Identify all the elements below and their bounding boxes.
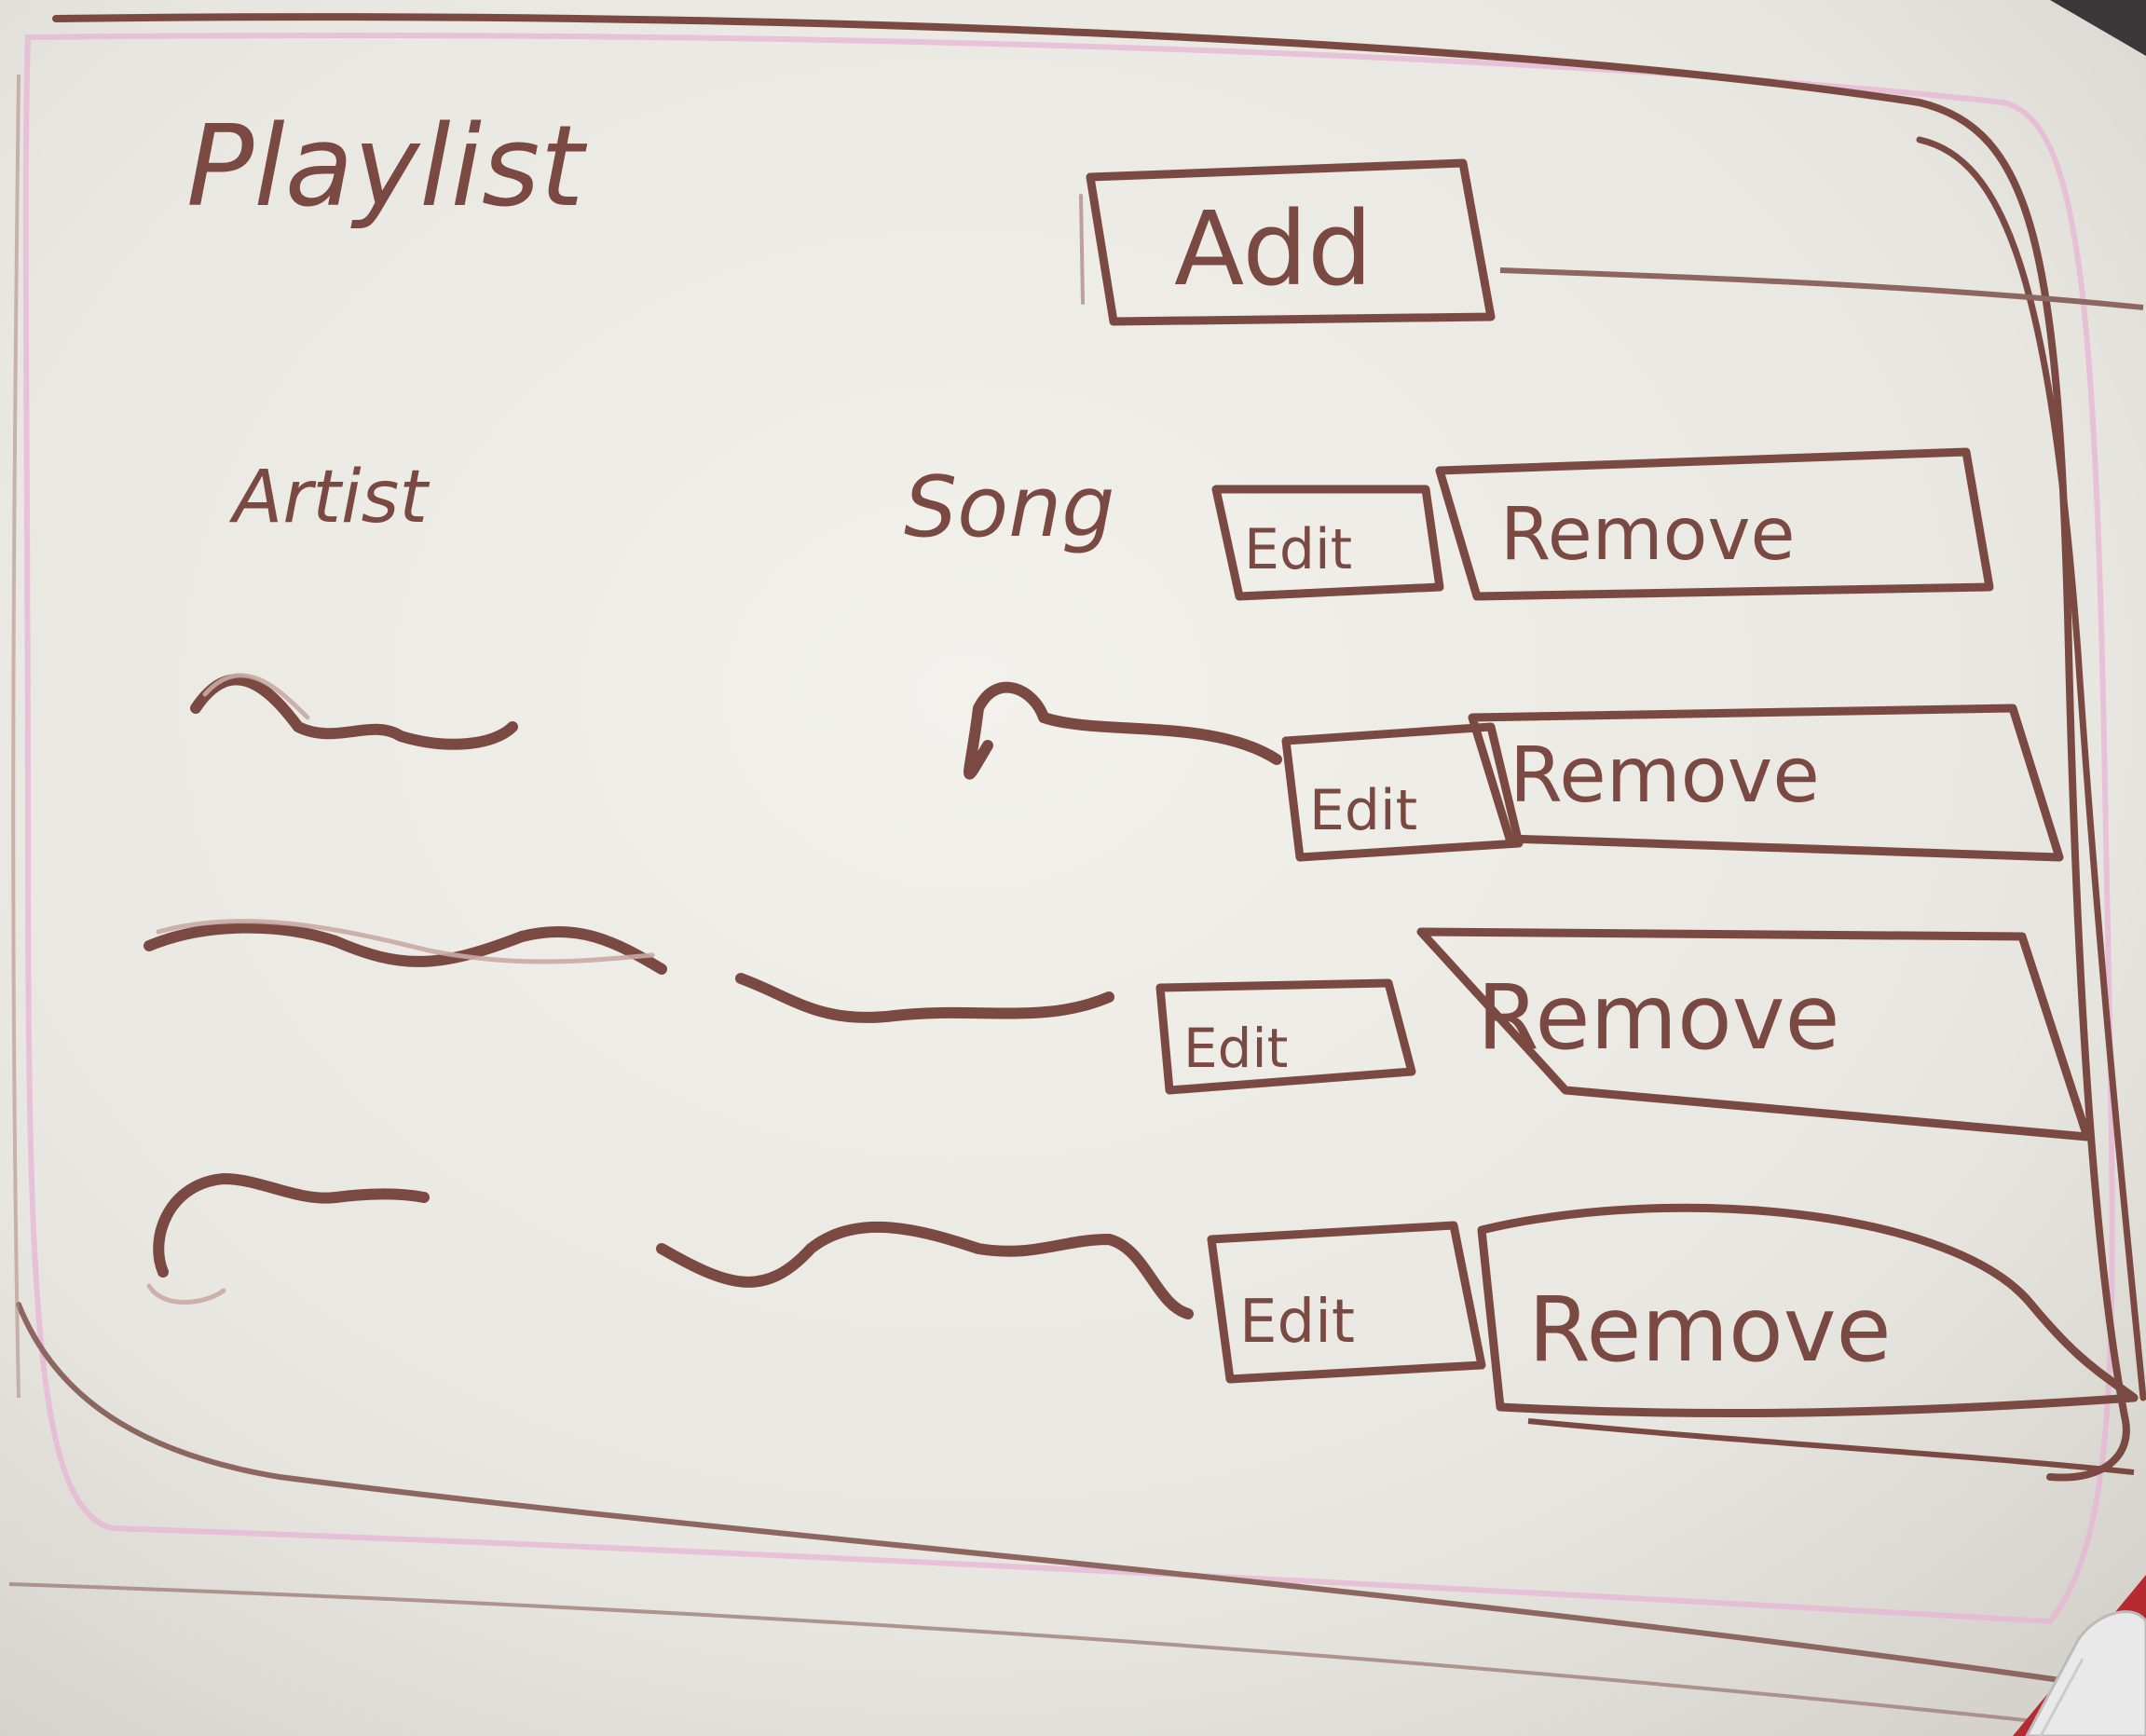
row-2-edit-button[interactable]: Edit xyxy=(1155,978,1416,1095)
header-remove-button[interactable]: Remove xyxy=(1435,447,1994,601)
page-title: Playlist xyxy=(186,103,587,232)
column-header-song: Song xyxy=(904,458,1114,556)
whiteboard-wireframe: Playlist Add Artist Song Edit Remove Edi… xyxy=(0,0,2146,1736)
column-header-artist: Artist xyxy=(228,456,430,540)
row-1-remove-button[interactable]: Remove xyxy=(1468,704,2064,862)
row-3-remove-button[interactable]: Remove xyxy=(1477,1202,2139,1418)
board-surface xyxy=(0,0,2146,1736)
header-edit-button[interactable]: Edit xyxy=(1211,485,1444,601)
add-button[interactable]: Add xyxy=(1079,158,1500,326)
row-2-remove-button[interactable]: Remove xyxy=(1416,927,2092,1141)
row-3-edit-button[interactable]: Edit xyxy=(1207,1221,1486,1384)
